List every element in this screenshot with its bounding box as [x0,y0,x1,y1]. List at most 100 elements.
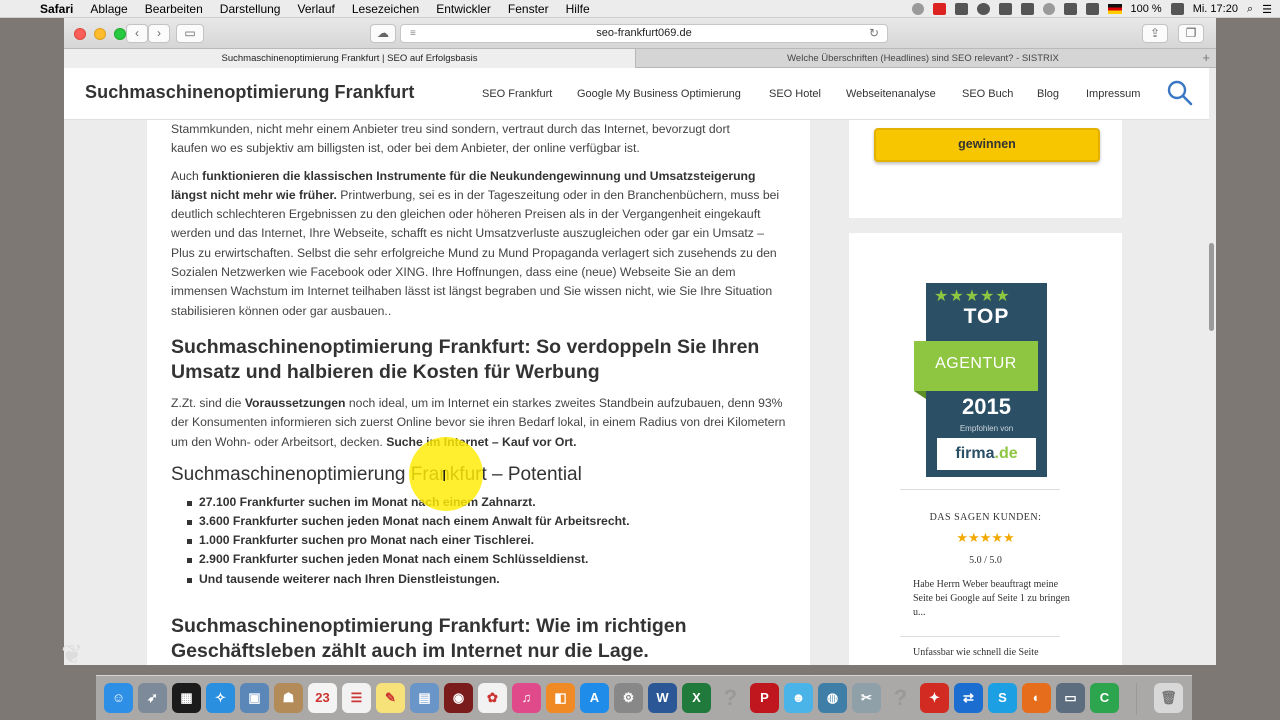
photos-icon[interactable]: ✿ [478,683,507,713]
forward-button[interactable]: › [148,24,170,43]
firefox-icon[interactable]: ◐ [1022,683,1051,713]
safari-window: ‹ › ▭ ☁ ≡ seo-frankfurt069.de ↻ ⇪ ❐ Such… [64,18,1216,665]
review-quote-2: Unfassbar wie schnell die Seite [913,647,1039,658]
safari-icon[interactable]: ✧ [206,683,235,713]
butterfly-logo-icon: ❦ [61,640,83,670]
tab-overview-button[interactable]: ❐ [1178,24,1204,43]
unknown-app-2-icon[interactable]: ? [886,683,915,713]
cta-button[interactable]: gewinnen [874,128,1100,162]
badge-top-text: TOP [963,305,1010,328]
close-window-button[interactable] [74,28,86,40]
utility-icon[interactable]: ✂ [852,683,881,713]
notification-center-icon[interactable]: ☰ [1262,3,1272,16]
reminders-icon[interactable]: ☰ [342,683,371,713]
menubar-clock[interactable]: Mi. 17:20 [1193,3,1238,15]
nav-seo-frankfurt[interactable]: SEO Frankfurt [482,68,552,120]
page-viewport[interactable]: gewinnen ★★★★★ TOP AGENTUR 2015 Empfohle… [64,68,1216,665]
globe-icon[interactable]: ◍ [818,683,847,713]
skype-icon[interactable]: S [988,683,1017,713]
app-store-icon[interactable]: A [580,683,609,713]
badge-stars: ★★★★★ [934,288,1011,305]
url-text: seo-frankfurt069.de [596,27,692,39]
share-button[interactable]: ⇪ [1142,24,1168,43]
site-header: Suchmaschinenoptimierung Frankfurt SEO F… [64,68,1209,120]
menu-verlauf[interactable]: Verlauf [297,2,334,16]
preview-icon[interactable]: ▣ [240,683,269,713]
menu-safari[interactable]: Safari [40,2,73,16]
article-content: Stammkunden, nicht mehr einem Anbieter t… [171,120,791,664]
wifi-icon[interactable] [1063,3,1077,15]
badge-year: 2015 [962,394,1011,419]
calendar-icon[interactable]: 23 [308,683,337,713]
nav-webseitenanalyse[interactable]: Webseitenanalyse [846,68,936,120]
address-bar[interactable]: ≡ seo-frankfurt069.de ↻ [400,24,888,43]
menu-darstellung[interactable]: Darstellung [220,2,281,16]
volume-icon[interactable] [1085,3,1099,15]
mac-dock: ☺ ➶ ▦ ✧ ▣ ☗ 23 ☰ ✎ ▤ ◉ ✿ ♫ ◧ A ⚙ W X? P ☻ ◍ ✂? ✦ ⇄ S ◐ ▭ C 🗑 [96,675,1192,720]
acrobat-icon[interactable]: P [750,683,779,713]
nav-seo-hotel[interactable]: SEO Hotel [769,68,821,120]
dock-separator [1136,683,1137,715]
pdf-icon[interactable]: ✦ [920,683,949,713]
image-capture-icon[interactable]: ▤ [410,683,439,713]
scrollbar-thumb[interactable] [1209,243,1214,331]
photo-booth-icon[interactable]: ◉ [444,683,473,713]
list-item: Und tausende weiterer nach Ihren Dienstl… [171,570,791,589]
skype-status-icon[interactable] [998,3,1012,15]
launchpad-icon[interactable]: ➶ [138,683,167,713]
reload-icon[interactable]: ↻ [869,25,879,42]
messages-icon[interactable]: ☻ [784,683,813,713]
battery-percent[interactable]: 100 % [1131,3,1162,15]
dropbox-icon[interactable] [1020,3,1034,15]
shared-links-button[interactable]: ☁ [370,24,396,43]
reader-icon[interactable]: ≡ [410,25,416,42]
minimize-window-button[interactable] [94,28,106,40]
keyboard-layout-flag-icon[interactable] [1107,4,1122,14]
badge-ribbon: AGENTUR [914,341,1038,399]
tab-sistrix[interactable]: Welche Überschriften (Headlines) sind SE… [637,49,1209,68]
notes-icon[interactable]: ✎ [376,683,405,713]
top-agentur-badge[interactable]: ★★★★★ TOP AGENTUR 2015 Empfohlen von fir… [914,283,1047,477]
menu-bearbeiten[interactable]: Bearbeiten [145,2,203,16]
fullscreen-window-button[interactable] [114,28,126,40]
battery-icon[interactable] [1170,3,1184,15]
mission-control-icon[interactable]: ▦ [172,683,201,713]
excel-icon[interactable]: X [682,683,711,713]
recording-icon[interactable] [932,3,946,15]
bluetooth-icon[interactable] [1042,3,1055,15]
tab-seo-frankfurt[interactable]: Suchmaschinenoptimierung Frankfurt | SEO… [64,49,636,68]
list-item: 1.000 Frankfurter suchen pro Monat nach … [171,531,791,550]
site-title[interactable]: Suchmaschinenoptimierung Frankfurt [85,82,414,103]
teamviewer-icon[interactable]: ⇄ [954,683,983,713]
nav-google-my-business[interactable]: Google My Business Optimierung [577,68,741,120]
finder-icon[interactable]: ☺ [104,683,133,713]
status-icon[interactable] [911,3,924,15]
potential-list: 27.100 Frankfurter suchen im Monat nach … [171,493,791,589]
camtasia-icon[interactable]: C [1090,683,1119,713]
sync-icon[interactable] [976,3,990,15]
sidebar-toggle-button[interactable]: ▭ [176,24,204,43]
search-icon[interactable] [1167,80,1193,106]
word-icon[interactable]: W [648,683,677,713]
review-score: 5.0 / 5.0 [969,555,1002,566]
display-icon[interactable]: ▭ [1056,683,1085,713]
menu-ablage[interactable]: Ablage [90,2,127,16]
app-status-icon[interactable] [954,3,968,15]
nav-blog[interactable]: Blog [1037,68,1059,120]
system-preferences-icon[interactable]: ⚙ [614,683,643,713]
itunes-icon[interactable]: ♫ [512,683,541,713]
menu-fenster[interactable]: Fenster [508,2,549,16]
unknown-app-icon[interactable]: ? [716,683,745,713]
new-tab-button[interactable]: + [1202,49,1210,68]
menu-hilfe[interactable]: Hilfe [566,2,590,16]
spotlight-icon[interactable]: ⌕ [1247,3,1253,16]
menu-lesezeichen[interactable]: Lesezeichen [352,2,419,16]
heading-verdoppeln: Suchmaschinenoptimierung Frankfurt: So v… [171,335,760,383]
contacts-icon[interactable]: ☗ [274,683,303,713]
trash-icon[interactable]: 🗑 [1154,683,1183,713]
back-button[interactable]: ‹ [126,24,148,43]
ibooks-icon[interactable]: ◧ [546,683,575,713]
nav-seo-buch[interactable]: SEO Buch [962,68,1013,120]
menu-entwickler[interactable]: Entwickler [436,2,491,16]
nav-impressum[interactable]: Impressum [1086,68,1140,120]
